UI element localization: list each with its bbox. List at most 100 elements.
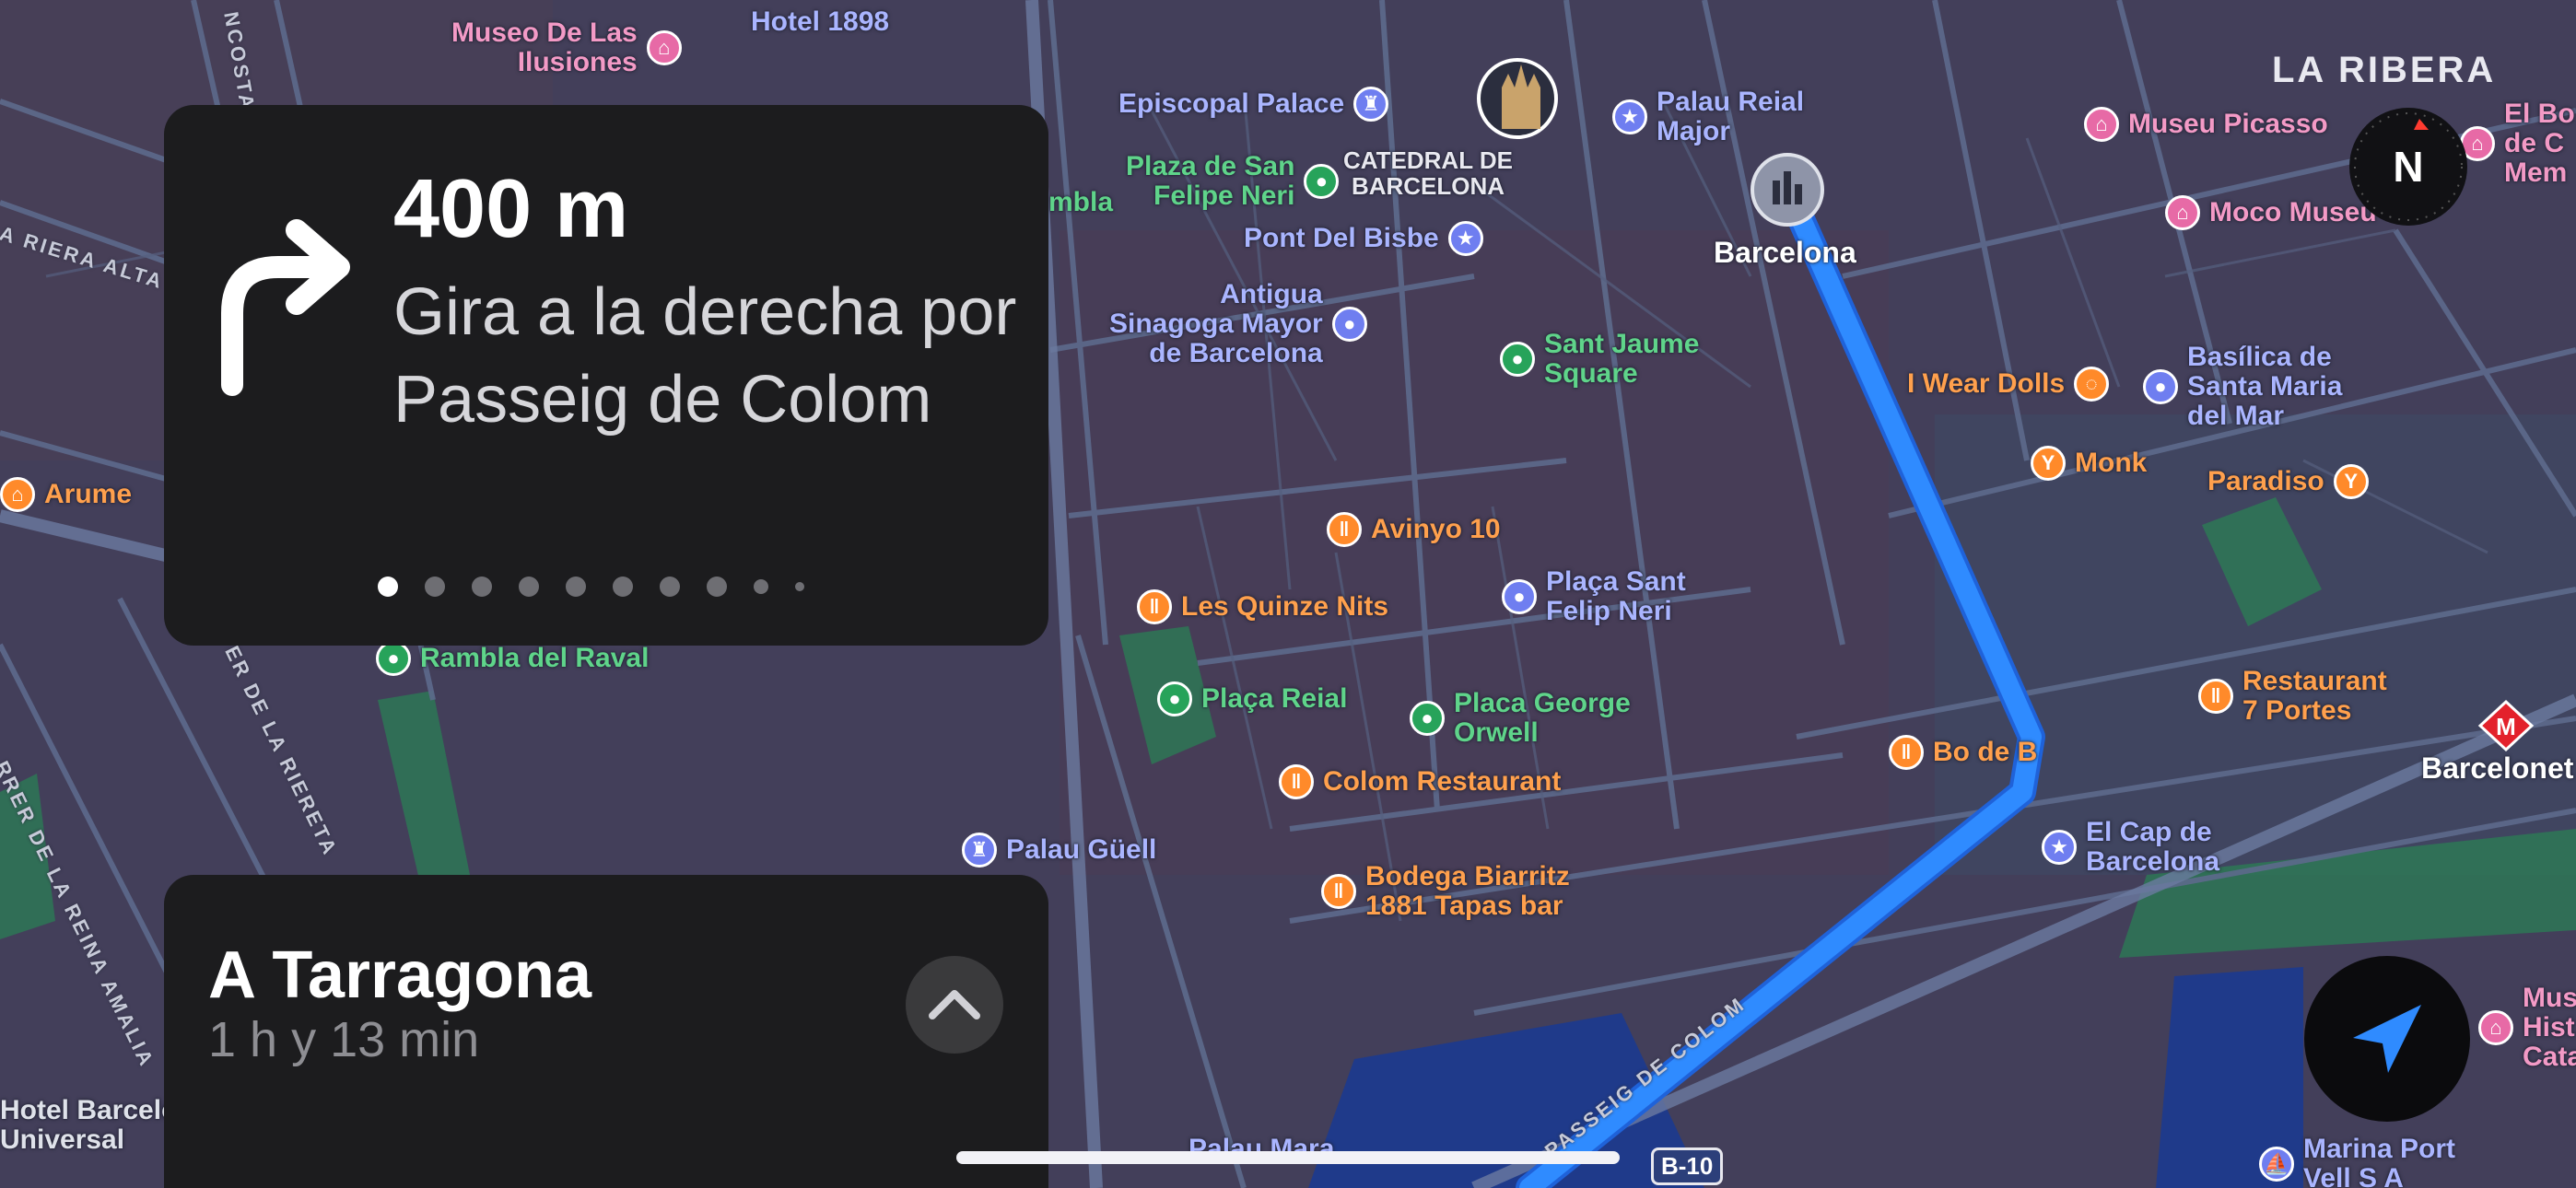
maneuver-card[interactable]: 400 m Gira a la derecha por Passeig de C… — [164, 105, 1048, 646]
trip-summary-card[interactable]: A Tarragona 1 h y 13 min — [164, 875, 1048, 1188]
poi-barceloneta[interactable]: Barcelonet — [2421, 753, 2573, 783]
step-dot[interactable] — [425, 577, 445, 597]
museum-icon: ⌂ — [2084, 107, 2119, 142]
city-icon — [1751, 153, 1824, 227]
poi-museu-historia[interactable]: ⌂ Mus Hist Cata — [2478, 984, 2576, 1072]
poi-el-born[interactable]: ⌂ El Bo de C Mem — [2460, 99, 2575, 188]
poi-label: Barcelonet — [2421, 751, 2574, 785]
step-dot[interactable] — [472, 577, 492, 597]
star-icon: ★ — [1612, 99, 1647, 134]
poi-barcelona[interactable]: Barcelona — [1714, 238, 1856, 267]
landmark-icon: ● — [1331, 307, 1367, 342]
poi-label: Plaza de San Felipe Neri — [1126, 151, 1295, 211]
poi-palau-reial[interactable]: ★ Palau Reial Major — [1612, 87, 1804, 146]
step-dot[interactable] — [613, 577, 633, 597]
trip-destination: A Tarragona — [208, 938, 592, 1012]
poi-label: Bo de B — [1933, 737, 2038, 767]
poi-plaza-felipe-neri[interactable]: ● Plaza de San Felipe Neri — [1126, 151, 1340, 211]
fork-knife-icon: ǁ — [1321, 874, 1356, 909]
trip-eta: 1 h y 13 min — [208, 1012, 480, 1067]
cocktail-icon: Y — [2333, 464, 2369, 499]
home-indicator[interactable] — [956, 1151, 1620, 1164]
fork-knife-icon: ǁ — [1327, 512, 1362, 547]
poi-arume[interactable]: ⌂ Arume — [0, 477, 132, 512]
castle-icon: ♜ — [962, 833, 997, 868]
poi-rambla-raval[interactable]: ● Rambla del Raval — [376, 641, 649, 676]
museum-icon: ⌂ — [2478, 1010, 2513, 1045]
poi-placa-orwell[interactable]: ● Placa George Orwell — [1410, 689, 1631, 748]
route-shield-b10: B-10 — [1651, 1147, 1724, 1185]
park-icon: ● — [1304, 164, 1340, 199]
poi-avinyo[interactable]: ǁ Avinyo 10 — [1327, 512, 1501, 547]
poi-label: Hotel 1898 — [751, 6, 890, 37]
poi-label: Sant Jaume Square — [1544, 329, 1700, 389]
step-dot[interactable] — [707, 577, 727, 597]
park-icon: ● — [1410, 701, 1445, 736]
fork-knife-icon: ǁ — [1137, 589, 1172, 624]
step-dot[interactable] — [378, 577, 398, 597]
museum-icon: ⌂ — [2165, 195, 2200, 230]
poi-wear-dolls[interactable]: ◌ I Wear Dolls — [1907, 367, 2110, 402]
park-icon: ● — [1500, 342, 1535, 377]
poi-marina-port[interactable]: ⛵ Marina Port Vell S A — [2259, 1135, 2455, 1188]
poi-palau-guell[interactable]: ♜ Palau Güell — [962, 833, 1156, 868]
castle-icon: ♜ — [1353, 87, 1389, 122]
star-icon: ★ — [1447, 221, 1483, 256]
poi-label: Les Quinze Nits — [1181, 591, 1389, 622]
poi-cap-barcelona[interactable]: ★ El Cap de Barcelona — [2042, 818, 2219, 877]
poi-catedral[interactable]: CATEDRAL DE BARCELONA — [1343, 147, 1513, 199]
poi-episcopal-palace[interactable]: ♜ Episcopal Palace — [1118, 87, 1389, 122]
poi-label: Museu Picasso — [2128, 109, 2328, 139]
poi-placa-felip-neri[interactable]: ● Plaça Sant Felip Neri — [1502, 567, 1686, 626]
fork-knife-icon: ǁ — [1889, 735, 1924, 770]
step-dot[interactable] — [795, 582, 804, 591]
poi-bodega-biarritz[interactable]: ǁ Bodega Biarritz 1881 Tapas bar — [1321, 862, 1570, 921]
poi-label: Restaurant 7 Portes — [2242, 666, 2387, 726]
poi-label: mbla — [1048, 187, 1114, 217]
track-location-button[interactable] — [2304, 956, 2470, 1122]
poi-label: Barcelona — [1714, 236, 1856, 269]
poi-quinze-nits[interactable]: ǁ Les Quinze Nits — [1137, 589, 1388, 624]
location-arrow-icon — [2353, 1005, 2421, 1073]
step-dot[interactable] — [754, 579, 768, 594]
step-page-indicator[interactable] — [378, 577, 804, 597]
poi-museu-picasso[interactable]: ⌂ Museu Picasso — [2084, 107, 2328, 142]
poi-placa-reial[interactable]: ● Plaça Reial — [1157, 681, 1347, 716]
poi-label: Marina Port Vell S A — [2303, 1134, 2456, 1188]
fork-knife-icon: ǁ — [1279, 764, 1314, 799]
poi-label: El Bo de C Mem — [2504, 99, 2575, 188]
poi-colom-restaurant[interactable]: ǁ Colom Restaurant — [1279, 764, 1561, 799]
expand-trip-button[interactable] — [906, 956, 1003, 1054]
poi-bo-de-b[interactable]: ǁ Bo de B — [1889, 735, 2037, 770]
poi-sant-jaume[interactable]: ● Sant Jaume Square — [1500, 330, 1699, 389]
poi-rambla[interactable]: mbla — [1048, 188, 1113, 217]
poi-restaurant-7-portes[interactable]: ǁ Restaurant 7 Portes — [2198, 667, 2387, 726]
poi-pont-bisbe[interactable]: ★ Pont Del Bisbe — [1244, 221, 1483, 256]
turn-right-arrow-icon — [221, 219, 350, 396]
chevron-up-icon — [929, 990, 980, 1019]
park-icon: ● — [1157, 681, 1192, 716]
step-dot[interactable] — [519, 577, 539, 597]
poi-label: Episcopal Palace — [1118, 88, 1345, 119]
maneuver-instruction: Gira a la derecha por Passeig de Colom — [393, 275, 1017, 437]
landmark-icon: ● — [1502, 579, 1537, 614]
cocktail-icon: Y — [2031, 446, 2066, 481]
poi-monk[interactable]: Y Monk — [2031, 446, 2147, 481]
poi-label: Hotel Barcelo Universal — [0, 1095, 179, 1155]
poi-moco-museum[interactable]: ⌂ Moco Museu — [2165, 195, 2377, 230]
step-dot[interactable] — [660, 577, 680, 597]
poi-paradiso[interactable]: Y Paradiso — [2207, 464, 2369, 499]
poi-label: Antigua Sinagoga Mayor de Barcelona — [1109, 279, 1323, 368]
park-icon: ● — [376, 641, 411, 676]
step-dot[interactable] — [566, 577, 586, 597]
fork-knife-icon: ǁ — [2198, 679, 2233, 714]
poi-label: CATEDRAL DE BARCELONA — [1343, 146, 1513, 200]
poi-label: I Wear Dolls — [1907, 368, 2066, 399]
compass-button[interactable]: N — [2349, 108, 2467, 226]
poi-sinagoga[interactable]: ● Antigua Sinagoga Mayor de Barcelona — [1109, 280, 1367, 368]
poi-museo-ilusiones[interactable]: ⌂ Museo De Las Ilusiones — [451, 18, 682, 77]
cathedral-icon — [1477, 58, 1558, 139]
poi-santa-maria[interactable]: ● Basílica de Santa Maria del Mar — [2143, 343, 2342, 431]
poi-hotel-1898[interactable]: Hotel 1898 — [751, 7, 889, 37]
poi-hotel-universal[interactable]: Hotel Barcelo Universal — [0, 1096, 178, 1155]
